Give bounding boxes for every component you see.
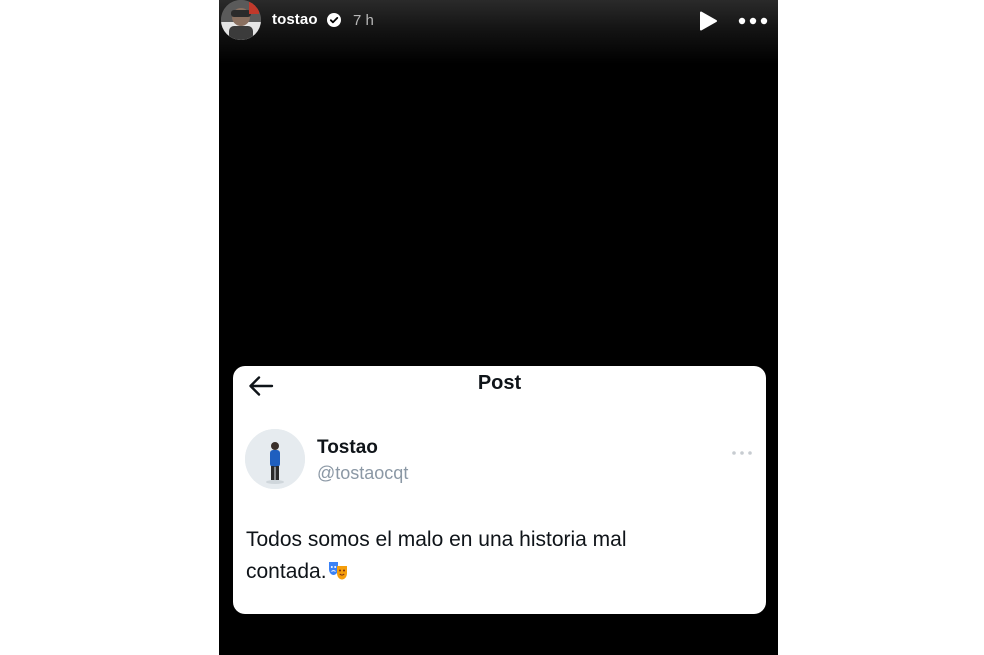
post-text-line2: contada. (246, 560, 327, 583)
story-username[interactable]: tostao (272, 11, 318, 28)
more-horizontal-icon[interactable] (731, 444, 753, 455)
post-handle[interactable]: @tostaocqt (317, 463, 408, 484)
play-icon[interactable] (697, 10, 719, 32)
page: tostao 7 h Post Tostao @tostaocqt Todos … (0, 0, 984, 655)
story-viewer[interactable]: tostao 7 h Post Tostao @tostaocqt Todos … (219, 0, 778, 655)
post-card[interactable]: Post Tostao @tostaocqt Todos somos el ma… (233, 366, 766, 614)
verified-badge-icon (327, 13, 341, 27)
more-horizontal-icon[interactable] (738, 13, 768, 29)
story-timestamp: 7 h (353, 12, 374, 29)
story-header: tostao 7 h (219, 0, 778, 64)
post-text-line1: Todos somos el malo en una historia mal (246, 528, 627, 551)
story-avatar[interactable] (221, 0, 261, 40)
post-header-title: Post (477, 372, 522, 394)
post-display-name[interactable]: Tostao (317, 437, 378, 459)
post-text: Todos somos el malo en una historia mal … (246, 524, 726, 588)
performing-arts-masks-icon (327, 559, 349, 581)
post-avatar[interactable] (245, 429, 305, 489)
